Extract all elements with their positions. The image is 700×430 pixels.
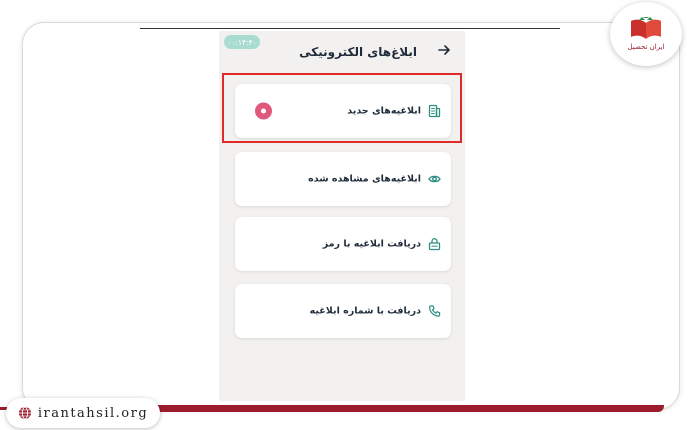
phone-icon	[429, 305, 441, 317]
website-url: irantahsil.org	[37, 405, 149, 421]
lock-icon	[428, 238, 441, 251]
page-title: ابلاغ‌های الکترونیکی	[299, 45, 417, 59]
status-time: ۰۰:۱۴:۳۰	[224, 35, 260, 49]
bottom-accent-band	[150, 405, 664, 412]
website-badge[interactable]: irantahsil.org	[6, 398, 160, 428]
menu-item-receive-with-number[interactable]: دریافت با شماره ابلاغیه	[235, 284, 451, 338]
eye-icon	[428, 175, 441, 183]
top-divider-line	[140, 28, 560, 29]
highlight-annotation	[222, 73, 462, 143]
book-logo-icon	[631, 17, 661, 39]
globe-icon	[18, 406, 31, 420]
arrow-right-icon[interactable]	[437, 43, 451, 57]
brand-logo: ایران تحصیل	[610, 2, 682, 66]
menu-item-receive-with-password[interactable]: دریافت ابلاغیه با رمز	[235, 217, 451, 271]
menu-item-label: دریافت ابلاغیه با رمز	[322, 238, 421, 250]
menu-item-viewed-notifications[interactable]: ابلاغیه‌های مشاهده شده	[235, 152, 451, 206]
menu-item-label: دریافت با شماره ابلاغیه	[309, 305, 421, 317]
brand-logo-text: ایران تحصیل	[627, 43, 665, 51]
menu-item-label: ابلاغیه‌های مشاهده شده	[308, 173, 421, 185]
